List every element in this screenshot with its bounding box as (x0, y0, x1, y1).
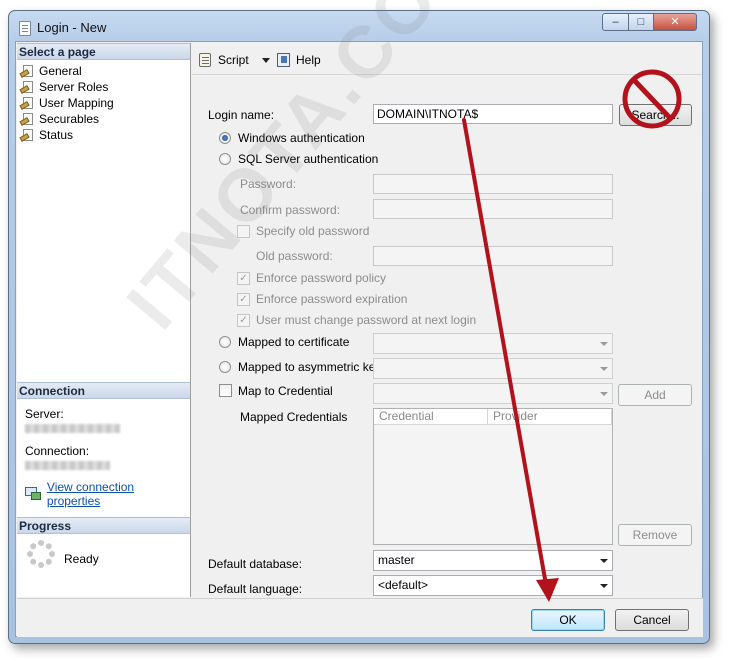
annotation-overlay (462, 69, 682, 602)
no-symbol-icon (622, 69, 682, 129)
arrow-pointer-icon (462, 118, 559, 602)
